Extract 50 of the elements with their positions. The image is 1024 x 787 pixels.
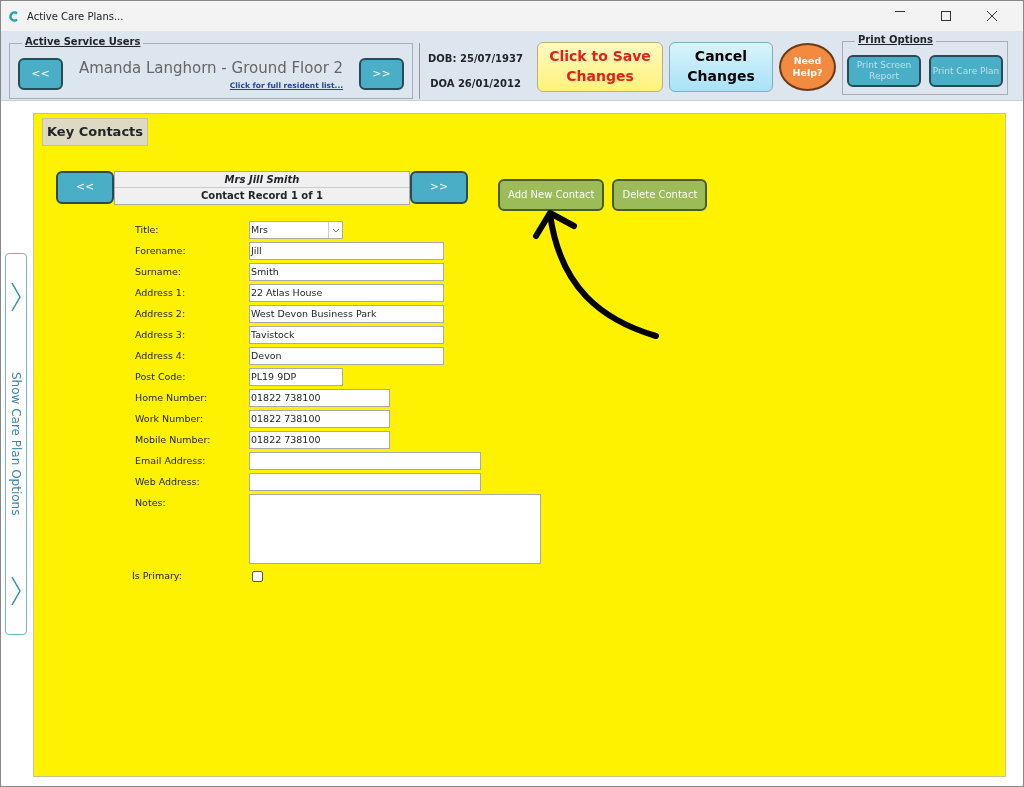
primary-checkbox[interactable] — [252, 570, 263, 582]
field-label: Address 1: — [135, 285, 187, 300]
record-count: Contact Record 1 of 1 — [200, 188, 324, 203]
field-label: Mobile Number: — [135, 432, 212, 447]
field-label: Web Address: — [135, 474, 201, 489]
field-label: Work Number: — [135, 411, 205, 426]
text-field[interactable]: Tavistock — [249, 325, 444, 344]
maximize-icon[interactable] — [941, 11, 951, 21]
text-field[interactable] — [249, 451, 481, 470]
minimize-icon[interactable] — [895, 11, 905, 13]
cancel-changes-button[interactable]: Cancel Changes — [669, 42, 773, 92]
field-label: Notes: — [135, 495, 167, 510]
text-field[interactable]: Devon — [249, 346, 444, 365]
field-label: Home Number: — [135, 390, 209, 405]
save-changes-button[interactable]: Click to Save Changes — [537, 42, 663, 92]
date-of-admission: DOA 26/01/2012 — [430, 77, 521, 91]
text-field[interactable]: PL19 9DP — [249, 367, 343, 386]
notes-field[interactable] — [249, 493, 541, 564]
text-field[interactable]: 22 Atlas House — [249, 283, 444, 302]
text-field[interactable]: Smith — [249, 262, 444, 281]
side-tab-label: Show Care Plan Options — [8, 372, 24, 516]
group-legend: Active Service Users — [22, 35, 144, 49]
text-field[interactable]: West Devon Business Park — [249, 304, 444, 323]
text-field[interactable] — [249, 472, 481, 491]
panel-title: Key Contacts — [42, 118, 149, 146]
text-field[interactable]: 01822 738100 — [249, 430, 390, 449]
dropdown-caret-icon — [328, 221, 342, 238]
chevron-right-icon — [11, 282, 21, 312]
field-label: Title: — [135, 222, 160, 237]
chevron-right-icon — [11, 576, 21, 606]
text-field[interactable]: 01822 738100 — [249, 409, 390, 428]
date-of-birth: DOB: 25/07/1937 — [428, 52, 523, 66]
text-field[interactable]: Jill — [249, 241, 444, 260]
field-label: Post Code: — [135, 369, 187, 384]
field-label: Is Primary: — [132, 568, 183, 583]
service-user-name: Amanda Langhorn - Ground Floor 2 — [78, 58, 344, 80]
window-title: Active Care Plans... — [27, 9, 124, 24]
field-label: Address 3: — [135, 327, 187, 342]
field-label: Address 4: — [135, 348, 187, 363]
field-label: Surname: — [135, 264, 182, 279]
text-field[interactable]: 01822 738100 — [249, 388, 390, 407]
field-label: Address 2: — [135, 306, 187, 321]
side-tab[interactable]: Show Care Plan Options — [5, 253, 27, 635]
title-dropdown[interactable]: Mrs — [249, 220, 343, 239]
app-logo-icon — [9, 10, 19, 22]
field-label: Forename: — [135, 243, 187, 258]
contact-name: Mrs Jill Smith — [115, 171, 409, 188]
group-legend: Print Options — [855, 33, 936, 47]
close-icon[interactable] — [987, 11, 997, 21]
field-label: Email Address: — [135, 453, 207, 468]
